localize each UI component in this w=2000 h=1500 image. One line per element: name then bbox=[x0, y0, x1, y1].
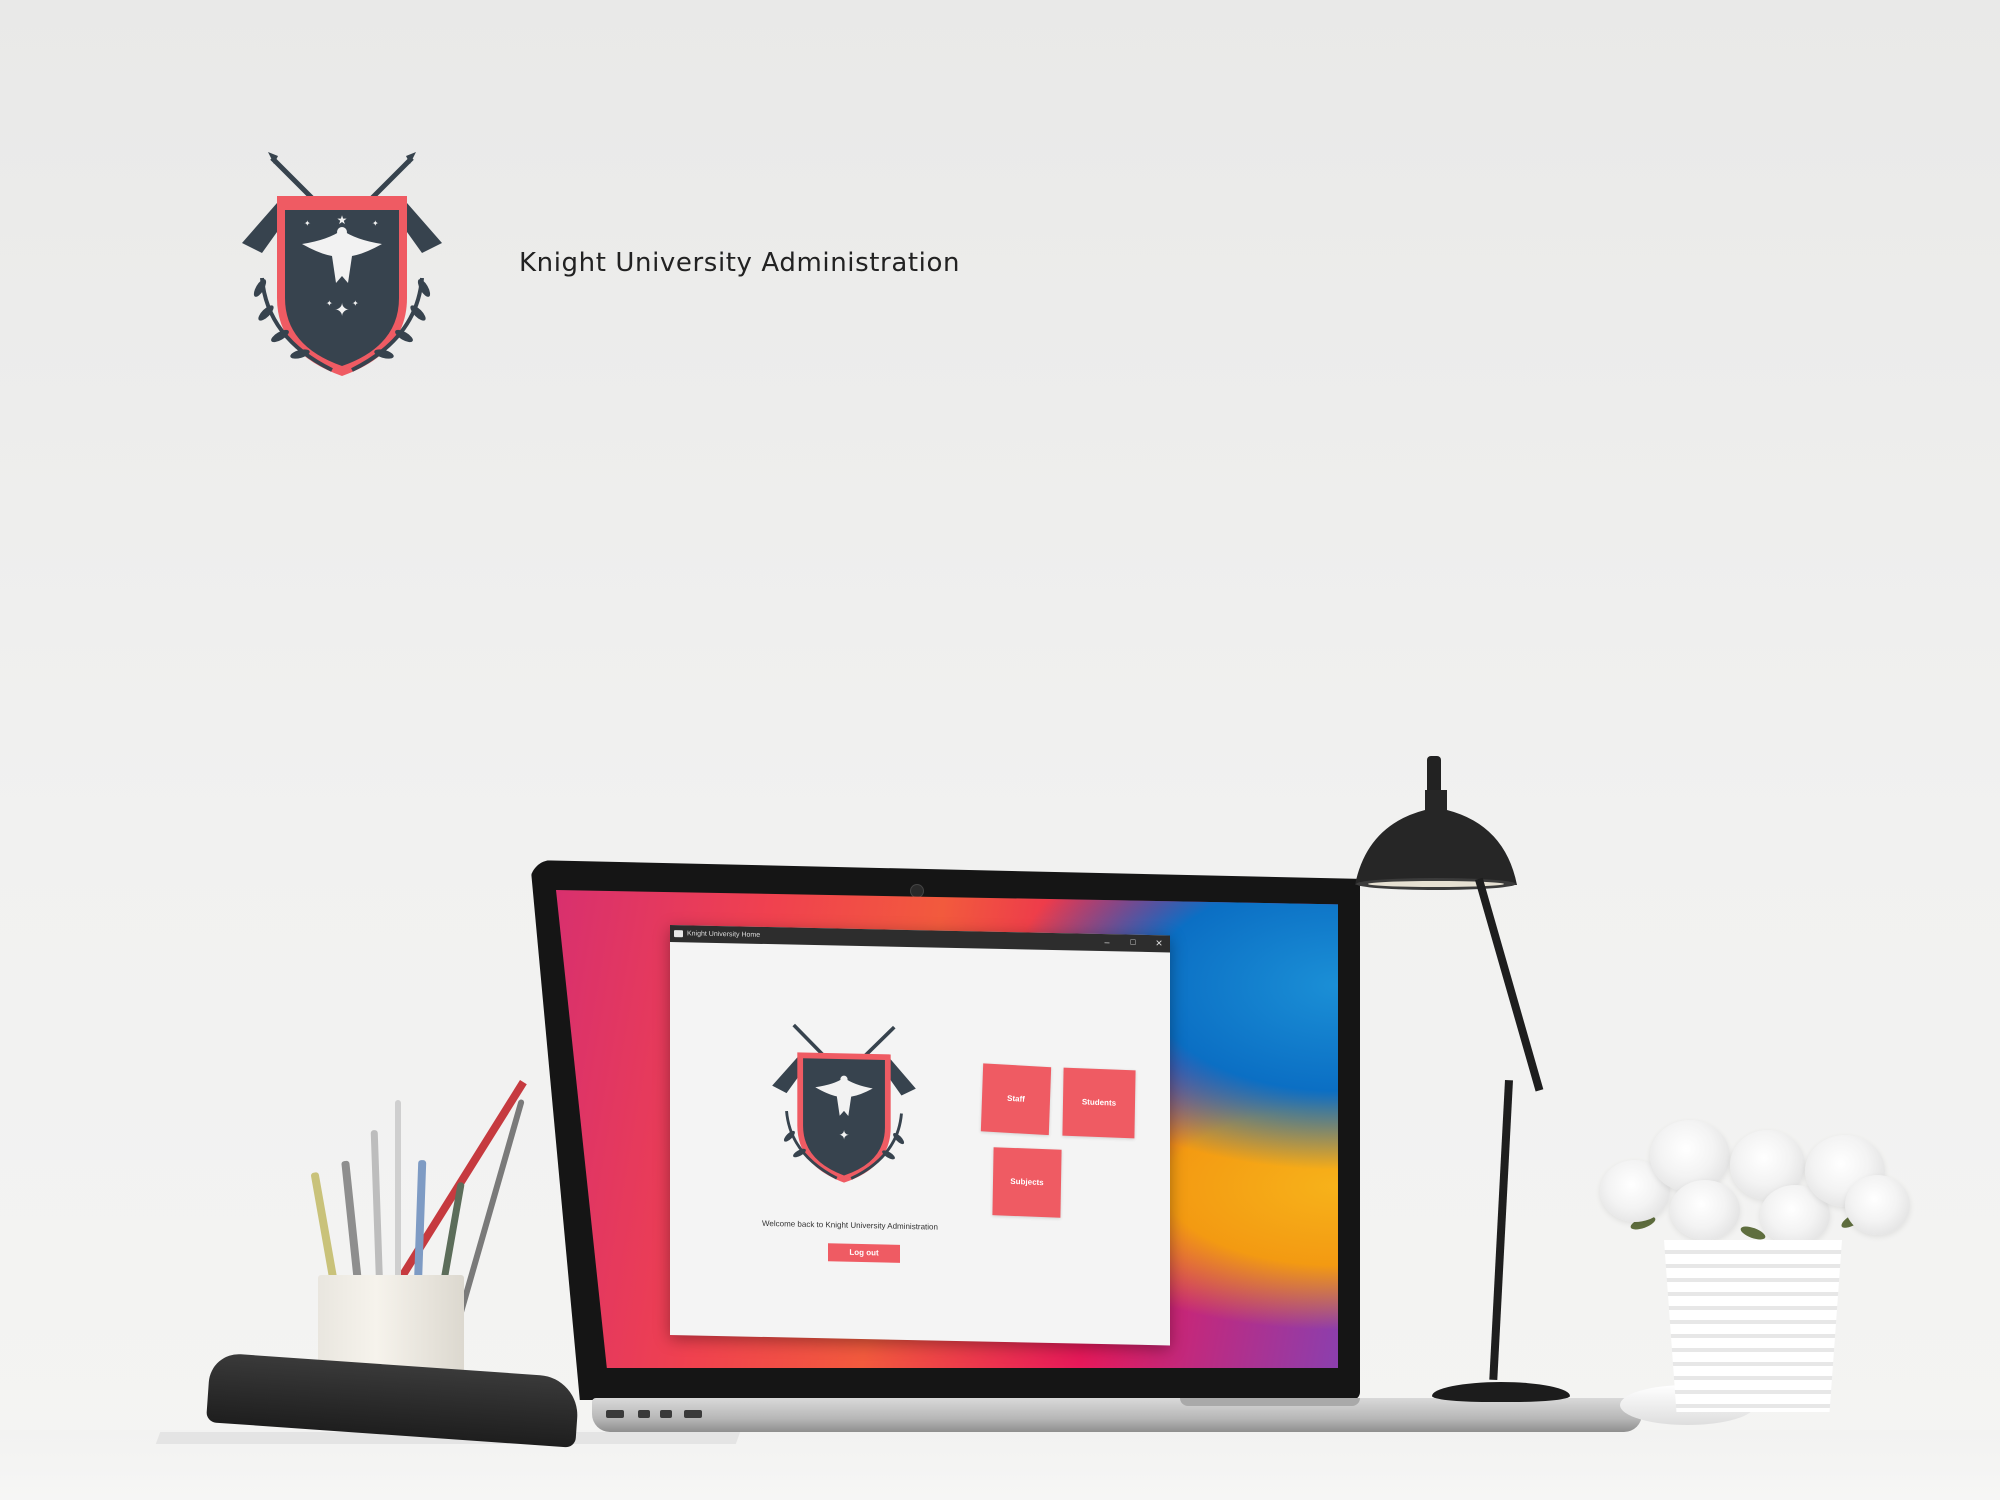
svg-text:✦: ✦ bbox=[839, 1128, 850, 1143]
svg-text:✦: ✦ bbox=[304, 219, 311, 228]
minimize-icon[interactable]: – bbox=[1096, 934, 1118, 951]
svg-text:✦: ✦ bbox=[334, 300, 349, 321]
svg-text:★: ★ bbox=[337, 213, 348, 227]
app-window-icon bbox=[674, 930, 683, 938]
laptop-port bbox=[660, 1410, 672, 1418]
webcam bbox=[910, 884, 924, 898]
pens bbox=[300, 1060, 525, 1341]
laptop-port bbox=[684, 1410, 702, 1418]
svg-text:✦: ✦ bbox=[326, 299, 333, 308]
brand-title: Knight University Administration bbox=[519, 248, 961, 278]
laptop-port bbox=[638, 1410, 650, 1418]
svg-text:✦: ✦ bbox=[372, 219, 379, 228]
lamp-base bbox=[1432, 1382, 1570, 1402]
laptop-port bbox=[606, 1410, 624, 1418]
lamp-arm bbox=[1489, 1080, 1513, 1381]
laptop-hinge-notch bbox=[1180, 1398, 1360, 1406]
maximize-icon[interactable]: ☐ bbox=[1122, 934, 1144, 951]
lamp-arm bbox=[1475, 877, 1544, 1092]
staff-tile[interactable]: Staff bbox=[980, 1063, 1052, 1136]
desk-lamp bbox=[1355, 790, 1517, 890]
svg-text:✦: ✦ bbox=[352, 299, 359, 308]
window-title: Knight University Home bbox=[687, 930, 761, 939]
subjects-tile[interactable]: Subjects bbox=[992, 1147, 1062, 1218]
university-crest-icon: ★ ✦ ✦ ✦ ✦ ✦ bbox=[232, 148, 452, 384]
close-icon[interactable]: ✕ bbox=[1148, 935, 1170, 952]
welcome-message: Welcome back to Knight University Admini… bbox=[762, 1218, 938, 1232]
app-window: Knight University Home – ☐ ✕ ✦ Welcome b… bbox=[670, 925, 1170, 1346]
logout-button[interactable]: Log out bbox=[828, 1243, 900, 1263]
plant-pot bbox=[1664, 1240, 1842, 1412]
university-crest-icon: ✦ bbox=[765, 1017, 923, 1200]
roses bbox=[1590, 1100, 1920, 1260]
students-tile[interactable]: Students bbox=[1062, 1067, 1136, 1139]
laptop-base bbox=[592, 1398, 1642, 1432]
